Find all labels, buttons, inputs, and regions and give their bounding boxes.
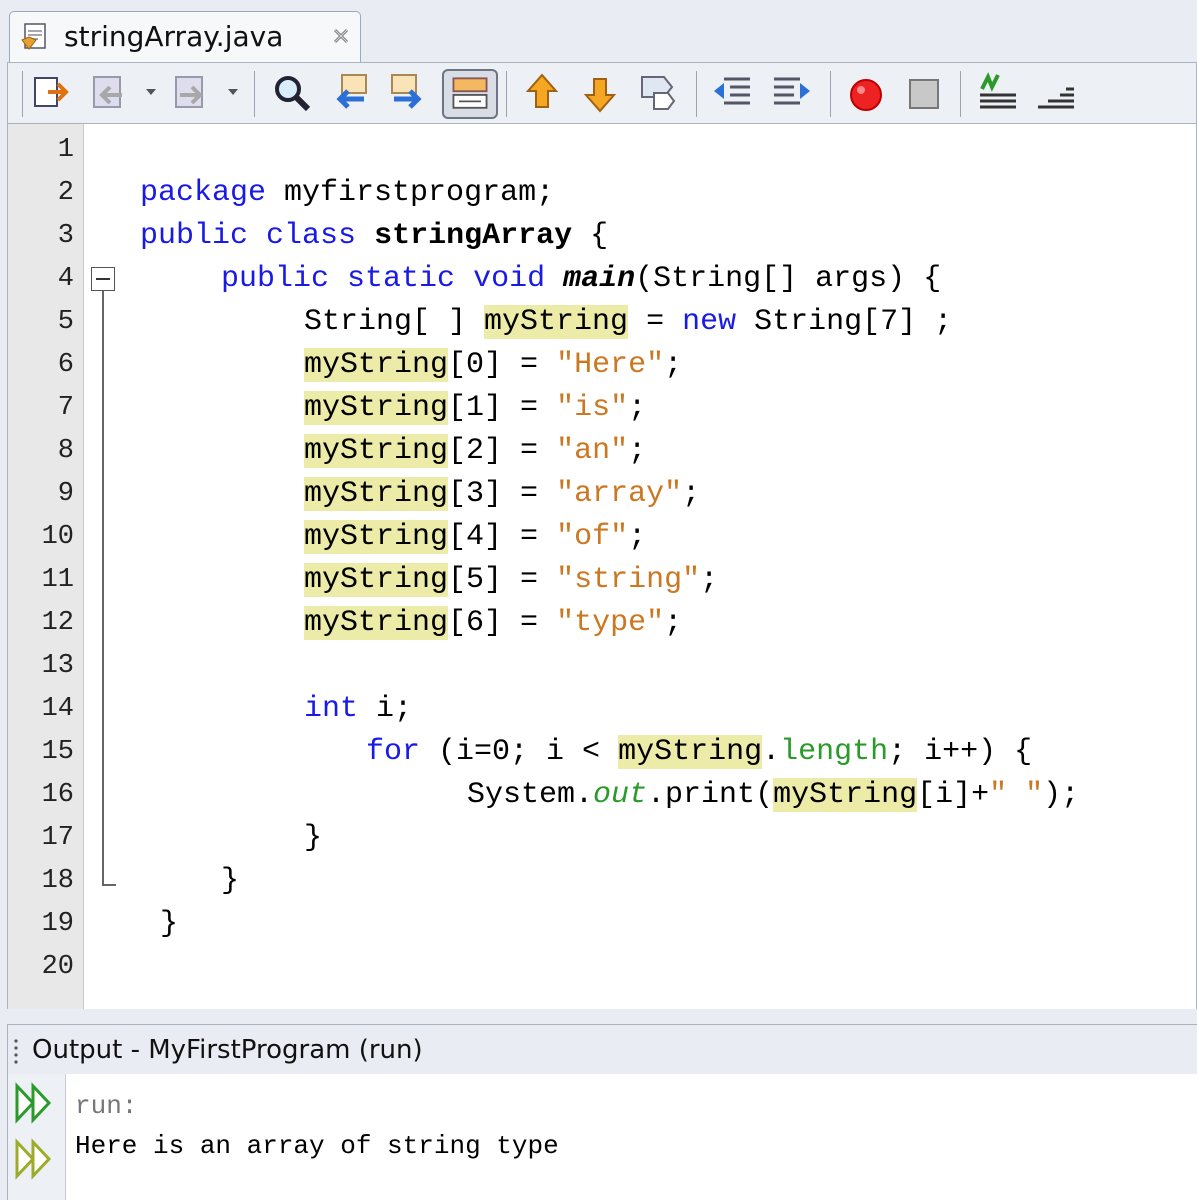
code-line: myString[5] = "string";	[304, 563, 719, 597]
previous-bookmark-icon[interactable]	[520, 71, 564, 115]
tab-string-array-java[interactable]: stringArray.java	[9, 11, 361, 62]
code-line: myString[3] = "array";	[304, 477, 701, 511]
line-number: 6	[57, 350, 74, 380]
drag-grip-icon[interactable]	[14, 1038, 18, 1064]
line-number: 3	[57, 221, 74, 251]
line-number: 8	[57, 436, 74, 466]
next-bookmark-icon[interactable]	[578, 71, 622, 115]
code-line: myString[1] = "is";	[304, 391, 647, 425]
code-line: for (i=0; i < myString.length; i++) {	[366, 735, 1033, 769]
close-icon[interactable]	[330, 25, 352, 47]
shift-right-icon[interactable]	[770, 71, 814, 115]
toggle-highlight-icon[interactable]	[442, 69, 498, 119]
line-number: 5	[57, 307, 74, 337]
line-number: 2	[57, 178, 74, 208]
forward-icon[interactable]	[170, 71, 214, 115]
line-number: 4	[57, 264, 74, 294]
last-edit-icon[interactable]	[30, 71, 74, 115]
rerun-with-options-icon[interactable]	[13, 1138, 55, 1180]
java-file-icon	[19, 22, 49, 52]
output-line: Here is an array of string type	[75, 1131, 559, 1161]
output-panel[interactable]: run: Here is an array of string type	[7, 1074, 1197, 1200]
find-next-icon[interactable]	[386, 71, 430, 115]
code-line: package myfirstprogram;	[140, 176, 555, 210]
start-macro-icon[interactable]	[844, 71, 888, 115]
find-previous-icon[interactable]	[328, 71, 372, 115]
line-number: 17	[41, 823, 74, 853]
code-line: myString[0] = "Here";	[304, 348, 683, 382]
stop-macro-icon[interactable]	[902, 71, 946, 115]
line-number: 11	[41, 565, 74, 595]
shift-left-icon[interactable]	[710, 71, 754, 115]
line-number: 14	[41, 694, 74, 724]
output-line: run:	[75, 1091, 138, 1121]
code-area[interactable]: package myfirstprogram; public class str…	[84, 129, 1196, 1009]
line-number: 13	[41, 651, 74, 681]
code-editor[interactable]: 1 2 3 4 5 6 7 8 9 10 11 12 13 14 15 16 1…	[7, 124, 1197, 1009]
code-line: }	[221, 864, 240, 898]
output-title: Output - MyFirstProgram (run)	[32, 1035, 423, 1065]
code-line: myString[6] = "type";	[304, 606, 683, 640]
back-icon[interactable]	[88, 71, 132, 115]
uncomment-icon[interactable]	[1034, 71, 1078, 115]
line-number: 15	[41, 737, 74, 767]
output-sidebar	[8, 1074, 66, 1200]
chevron-down-icon[interactable]	[226, 84, 240, 98]
line-number: 12	[41, 608, 74, 638]
line-number: 19	[41, 909, 74, 939]
editor-tab-bar: stringArray.java	[0, 0, 1197, 62]
code-line: }	[160, 907, 179, 941]
code-line: myString[2] = "an";	[304, 434, 647, 468]
output-panel-header[interactable]: Output - MyFirstProgram (run)	[7, 1024, 1197, 1074]
line-number: 9	[57, 479, 74, 509]
line-number: 7	[57, 393, 74, 423]
comment-icon[interactable]	[976, 71, 1020, 115]
code-line: System.out.print(myString[i]+" ");	[467, 778, 1080, 812]
code-line: public class stringArray {	[140, 219, 609, 253]
line-number: 16	[41, 780, 74, 810]
line-number: 1	[57, 135, 74, 165]
rerun-icon[interactable]	[13, 1082, 55, 1124]
editor-toolbar	[7, 62, 1197, 124]
code-line: public static void main(String[] args) {	[221, 262, 942, 296]
code-line: }	[304, 821, 323, 855]
line-number: 20	[41, 952, 74, 982]
code-line: int i;	[304, 692, 413, 726]
code-line: String[ ] myString = new String[7] ;	[304, 305, 953, 339]
line-number: 10	[41, 522, 74, 552]
tab-title: stringArray.java	[64, 20, 284, 53]
chevron-down-icon[interactable]	[144, 84, 158, 98]
line-number-gutter: 1 2 3 4 5 6 7 8 9 10 11 12 13 14 15 16 1…	[8, 124, 84, 1009]
code-line: myString[4] = "of";	[304, 520, 647, 554]
find-selection-icon[interactable]	[270, 71, 314, 115]
line-number: 18	[41, 866, 74, 896]
toggle-bookmark-icon[interactable]	[636, 71, 680, 115]
